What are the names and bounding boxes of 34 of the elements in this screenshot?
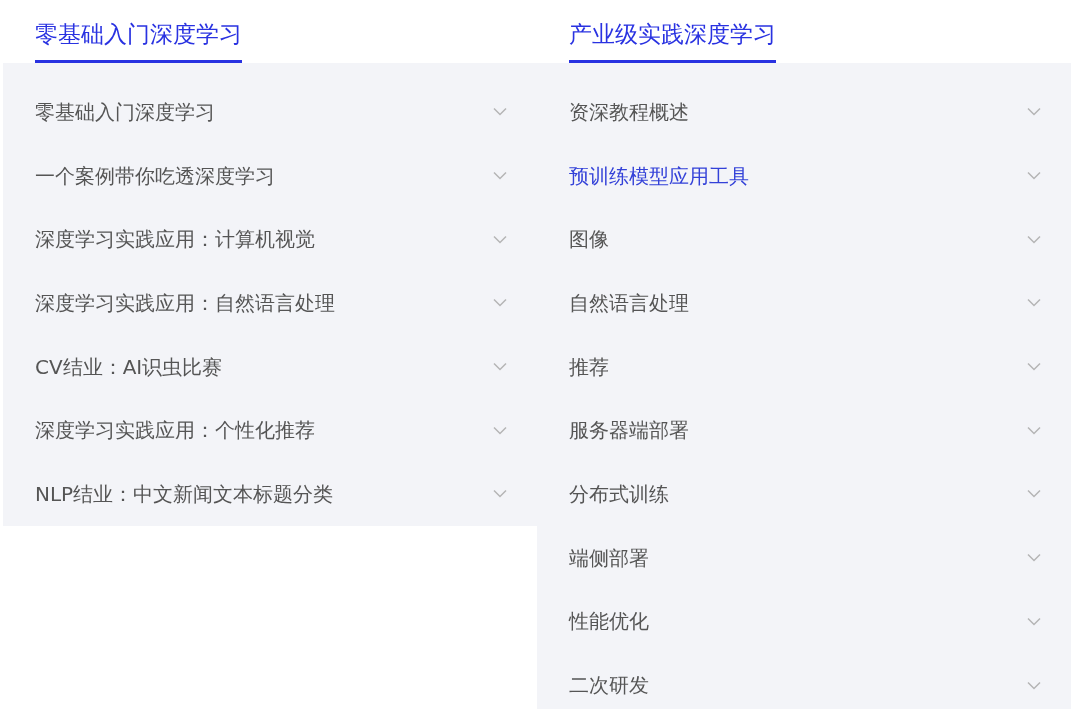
chevron-down-icon xyxy=(493,362,507,372)
menu-item[interactable]: 二次研发 xyxy=(537,653,1071,709)
chevron-down-icon xyxy=(493,107,507,117)
chevron-down-icon xyxy=(1027,171,1041,181)
chevron-down-icon xyxy=(1027,616,1041,626)
menu-item[interactable]: 服务器端部署 xyxy=(537,398,1071,463)
menu-item[interactable]: 端侧部署 xyxy=(537,525,1071,590)
menu-item[interactable]: 分布式训练 xyxy=(537,462,1071,526)
chevron-down-icon xyxy=(493,171,507,181)
chevron-down-icon xyxy=(1027,107,1041,117)
chevron-down-icon xyxy=(1027,425,1041,435)
chevron-down-icon xyxy=(493,234,507,244)
menu-item[interactable]: 预训练模型应用工具 xyxy=(537,143,1071,208)
chevron-down-icon xyxy=(493,425,507,435)
menu-item[interactable]: CV结业：AI识虫比赛 xyxy=(3,334,537,399)
menu-item[interactable]: 深度学习实践应用：自然语言处理 xyxy=(3,271,537,335)
menu-item[interactable]: NLP结业：中文新闻文本标题分类 xyxy=(3,462,537,526)
chevron-down-icon xyxy=(1027,680,1041,690)
menu-item[interactable]: 推荐 xyxy=(537,334,1071,399)
chevron-down-icon xyxy=(1027,298,1041,308)
chevron-down-icon xyxy=(493,489,507,499)
menu-item[interactable]: 深度学习实践应用：计算机视觉 xyxy=(3,207,537,272)
menu-item[interactable]: 一个案例带你吃透深度学习 xyxy=(3,143,537,208)
chevron-down-icon xyxy=(1027,362,1041,372)
menu-item[interactable]: 资深教程概述 xyxy=(537,80,1071,144)
chevron-down-icon xyxy=(1027,234,1041,244)
chevron-down-icon xyxy=(1027,489,1041,499)
menu-item[interactable]: 性能优化 xyxy=(537,589,1071,654)
menu-item[interactable]: 零基础入门深度学习 xyxy=(3,80,537,144)
menu-item[interactable]: 自然语言处理 xyxy=(537,271,1071,335)
chevron-down-icon xyxy=(1027,553,1041,563)
menu-item[interactable]: 图像 xyxy=(537,207,1071,272)
chevron-down-icon xyxy=(493,298,507,308)
menu-item[interactable]: 深度学习实践应用：个性化推荐 xyxy=(3,398,537,463)
